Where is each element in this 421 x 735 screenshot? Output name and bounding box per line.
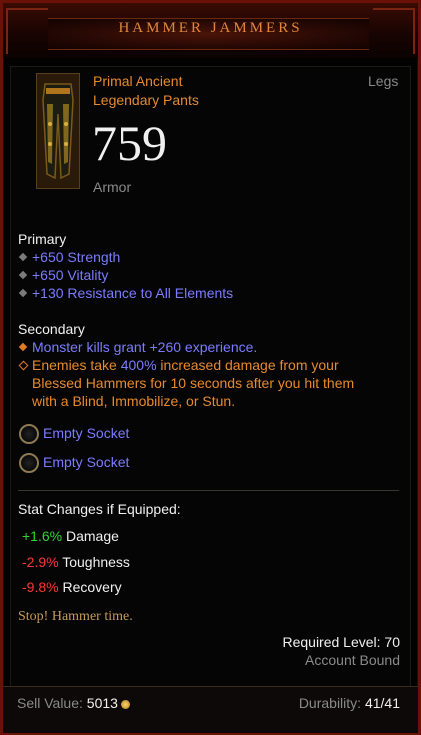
flavor-text: Stop! Hammer time. — [18, 609, 133, 624]
pants-icon — [36, 73, 80, 189]
durability-label: Durability: — [298, 695, 362, 711]
legendary-text: Enemies take — [32, 357, 121, 373]
account-bound: Account Bound — [305, 652, 400, 668]
stat-change-value: -2.9% — [22, 554, 59, 570]
durability-value: 41/41 — [364, 695, 400, 711]
stat-change-label: Recovery — [62, 579, 122, 595]
armor-label: Armor — [93, 179, 132, 195]
primary-stat: +650 Strength — [32, 249, 121, 265]
sell-value: Sell Value: 5013 — [17, 695, 130, 711]
durability: Durability: 41/41 — [299, 695, 400, 711]
gold-coin-icon — [120, 699, 130, 709]
item-name: HAMMER JAMMERS — [118, 20, 303, 36]
stat-change-label: Damage — [65, 528, 119, 544]
armor-value: 759 — [92, 115, 167, 171]
sell-value-amount: 5013 — [86, 695, 118, 711]
required-level: Required Level: 70 — [282, 634, 400, 650]
stat-changes-header: Stat Changes if Equipped: — [18, 501, 181, 517]
secondary-stat: Monster kills grant +260 experience. — [32, 339, 258, 355]
primary-header: Primary — [18, 231, 67, 247]
secondary-header: Secondary — [18, 321, 85, 337]
legendary-power-line1: Enemies take 400% increased damage from … — [32, 357, 339, 373]
sell-value-label: Sell Value: — [17, 695, 83, 711]
legendary-text: increased damage from your — [156, 357, 339, 373]
item-quality: Primal Ancient — [93, 73, 183, 89]
item-kind: Legendary Pants — [93, 92, 199, 108]
primary-stat: +130 Resistance to All Elements — [32, 285, 234, 301]
stat-change-row: -9.8% Recovery — [22, 579, 122, 595]
item-slot: Legs — [368, 73, 399, 89]
socket-label: Empty Socket — [43, 425, 130, 441]
socket-label: Empty Socket — [43, 454, 130, 470]
stat-change-value: +1.6% — [22, 528, 63, 544]
stat-change-label: Toughness — [62, 554, 130, 570]
stat-change-row: +1.6% Damage — [22, 528, 119, 544]
stat-change-value: -9.8% — [22, 579, 59, 595]
stat-change-row: -2.9% Toughness — [22, 554, 130, 570]
pants-icon-graphic — [37, 74, 79, 188]
socket-icon — [19, 424, 39, 444]
primary-stat: +650 Vitality — [32, 267, 109, 283]
legendary-power-line3: with a Blind, Immobilize, or Stun. — [32, 393, 236, 409]
legendary-power-line2: Blessed Hammers for 10 seconds after you… — [32, 375, 355, 391]
divider — [18, 490, 399, 491]
legendary-value: 400% — [120, 357, 157, 373]
socket-icon — [19, 453, 39, 473]
